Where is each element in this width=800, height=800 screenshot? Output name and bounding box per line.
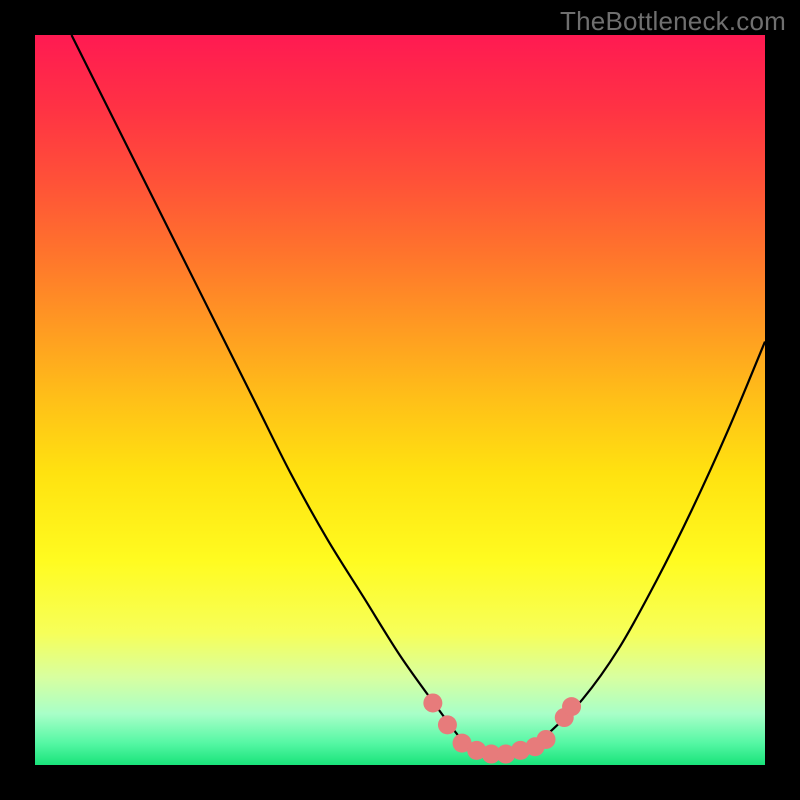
watermark-text: TheBottleneck.com bbox=[560, 6, 786, 37]
marker-dot bbox=[438, 715, 457, 734]
marker-dot bbox=[562, 697, 581, 716]
marker-dot bbox=[537, 730, 556, 749]
chart-svg bbox=[35, 35, 765, 765]
chart-stage: TheBottleneck.com bbox=[0, 0, 800, 800]
marker-dot bbox=[423, 693, 442, 712]
plot-area bbox=[35, 35, 765, 765]
